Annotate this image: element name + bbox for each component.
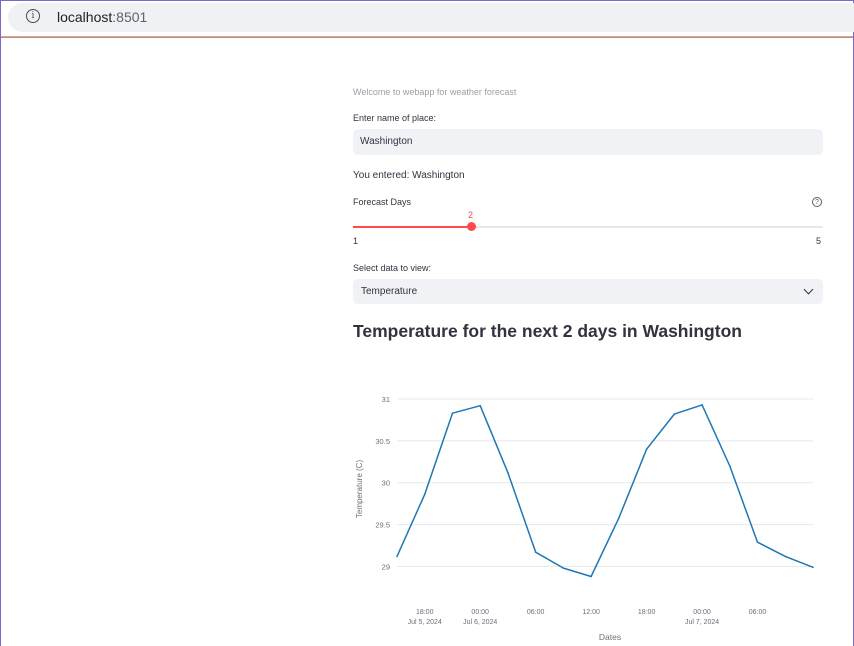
- data-point: [534, 551, 537, 554]
- x-axis-title: Dates: [599, 632, 621, 642]
- data-point: [701, 404, 703, 406]
- data-point: [590, 575, 592, 578]
- x-tick-label: 06:00: [749, 609, 767, 616]
- data-point: [423, 493, 426, 496]
- place-input[interactable]: Washington: [353, 129, 823, 155]
- data-point: [562, 567, 565, 569]
- y-tick-label: 29.5: [375, 521, 390, 530]
- data-point: [451, 412, 454, 415]
- slider-value-label: 2: [468, 210, 474, 220]
- data-point: [507, 471, 509, 474]
- slider-min-label: 1: [353, 236, 359, 246]
- forecast-days-slider-fill: [353, 226, 471, 228]
- url-text[interactable]: localhost:8501: [57, 9, 147, 25]
- temperature-chart[interactable]: 29 29.5 30 30.5 31 18:00 Jul 5, 2024 00:00 Jul 6…: [345, 370, 825, 646]
- slider-max-label: 5: [816, 236, 822, 246]
- data-point: [812, 566, 814, 569]
- x-tick-label: 18:00: [638, 609, 656, 616]
- x-tick-date-label: Jul 6, 2024: [463, 619, 497, 626]
- app-header-decoration: [1, 37, 853, 38]
- page-heading: Temperature for the next 2 days in Washi…: [353, 321, 742, 341]
- data-select[interactable]: Temperature: [353, 279, 823, 304]
- welcome-text: Welcome to webapp for weather forecast: [353, 87, 517, 97]
- url-port: :8501: [112, 9, 148, 25]
- data-point: [396, 555, 398, 558]
- data-point: [479, 404, 481, 407]
- window-border-left: [0, 0, 1, 646]
- url-host: localhost: [57, 9, 113, 25]
- data-select-label: Select data to view:: [353, 263, 432, 273]
- window-border-top: [0, 0, 854, 1]
- forecast-days-label: Forecast Days: [353, 197, 412, 207]
- help-icon[interactable]: ?: [812, 197, 822, 207]
- temperature-series-line: [396, 404, 814, 578]
- data-point: [729, 465, 731, 467]
- place-input-label: Enter name of place:: [353, 113, 437, 123]
- x-tick-label: 18:00: [416, 609, 434, 616]
- x-tick-date-label: Jul 5, 2024: [408, 619, 442, 626]
- y-axis-title: Temperature (C): [355, 460, 364, 519]
- data-point: [756, 541, 759, 543]
- entered-text: You entered: Washington: [353, 170, 465, 181]
- forecast-days-slider-thumb[interactable]: [467, 222, 476, 231]
- data-point: [645, 448, 648, 451]
- x-tick-label: 00:00: [471, 609, 489, 616]
- data-point: [618, 517, 620, 519]
- data-point: [784, 555, 787, 558]
- x-tick-label: 06:00: [527, 609, 545, 616]
- y-tick-label: 30.5: [375, 437, 390, 446]
- entered-value: Washington: [412, 170, 465, 181]
- site-info-icon[interactable]: i: [26, 9, 40, 23]
- y-tick-label: 31: [382, 395, 390, 404]
- x-tick-label: 12:00: [582, 609, 600, 616]
- x-tick-date-label: Jul 7, 2024: [685, 619, 719, 626]
- y-tick-label: 30: [382, 479, 390, 488]
- y-tick-label: 29: [382, 562, 390, 571]
- x-tick-label: 00:00: [693, 609, 711, 616]
- data-point: [673, 413, 676, 415]
- entered-prefix: You entered:: [353, 170, 413, 181]
